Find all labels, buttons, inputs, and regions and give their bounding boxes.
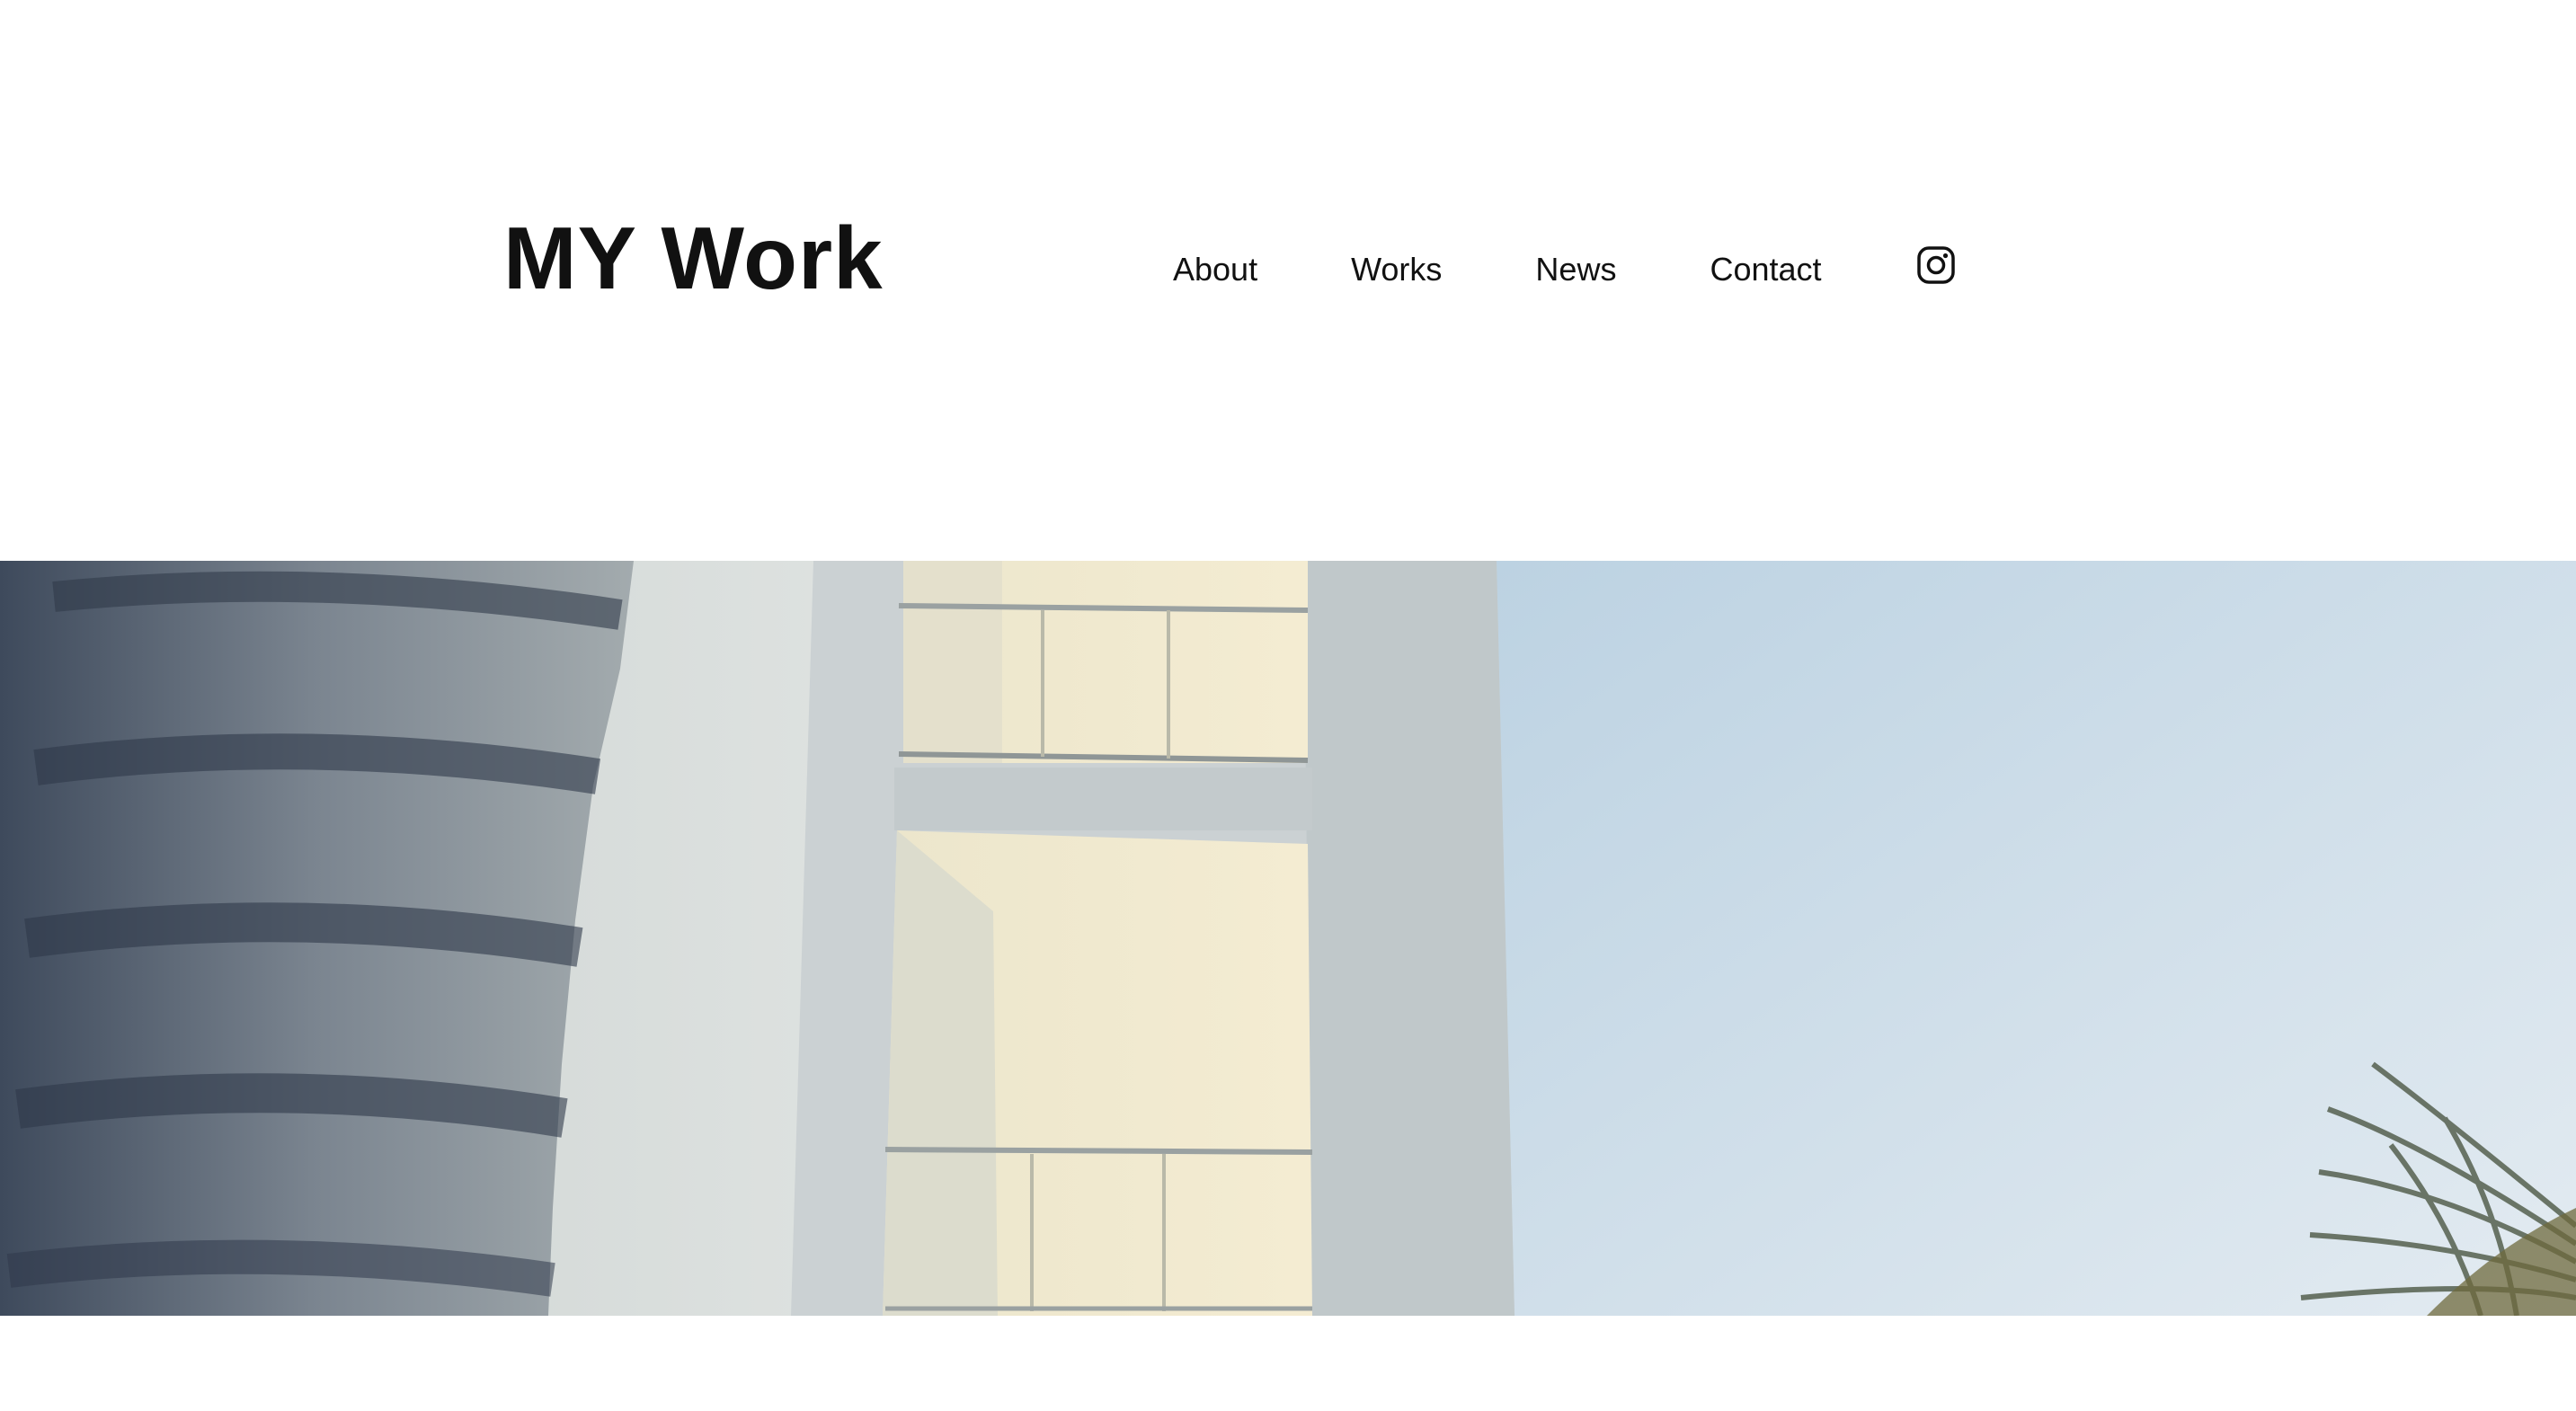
- nav-works-link[interactable]: Works: [1351, 253, 1442, 286]
- page-bottom-space: [0, 1316, 2576, 1411]
- hero-image: [0, 561, 2576, 1316]
- nav-contact-link[interactable]: Contact: [1710, 253, 1821, 286]
- nav-about-link[interactable]: About: [1173, 253, 1257, 286]
- instagram-icon[interactable]: [1915, 244, 1957, 286]
- nav-news-link[interactable]: News: [1535, 253, 1616, 286]
- page: MY Work About Works News Contact: [0, 0, 2576, 1411]
- main-nav: About Works News Contact: [1173, 246, 1957, 286]
- site-header: MY Work About Works News Contact: [0, 0, 2576, 561]
- site-title[interactable]: MY Work: [503, 214, 884, 302]
